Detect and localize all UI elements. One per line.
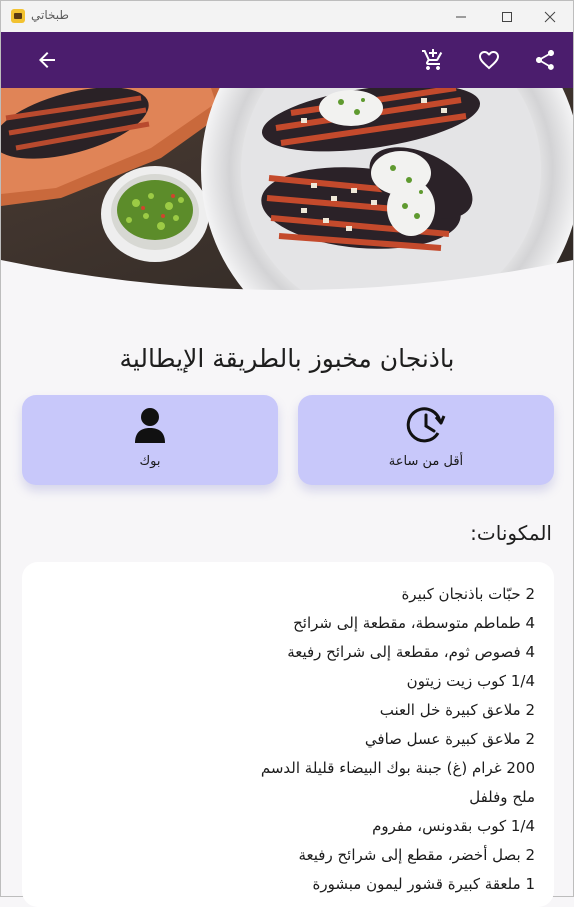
ingredient-item: 200 غرام (غ) جبنة بوك البيضاء قليلة الدس… (260, 759, 535, 777)
arrow-left-icon (39, 52, 55, 68)
ingredient-item: 1/4 كوب زيت زيتون (406, 672, 535, 690)
ingredient-item: ملح وفلفل (469, 788, 535, 806)
ingredient-item: 2 حبّات باذنجان كبيرة (401, 585, 535, 603)
cook-time-card: أقل من ساعة (298, 395, 554, 485)
recipe-hero-image (1, 88, 573, 300)
ingredient-item: 4 طماطم متوسطة، مقطعة إلى شرائح (293, 614, 535, 632)
close-icon (544, 11, 556, 23)
ingredient-item: 1 ملعقة كبيرة قشور ليمون مبشورة (312, 875, 535, 893)
close-button[interactable] (527, 1, 573, 32)
window-titlebar: طبخاتي (1, 1, 573, 32)
ingredient-item: 2 ملاعق كبيرة خل العنب (379, 701, 535, 719)
clock-history-icon (406, 407, 446, 443)
recipe-title: باذنجان مخبوز بالطريقة الإيطالية (119, 344, 455, 373)
ingredient-item: 4 فصوص ثوم، مقطعة إلى شرائح رفيعة (287, 643, 535, 661)
ingredients-list: 2 حبّات باذنجان كبيرة 4 طماطم متوسطة، مق… (261, 583, 535, 902)
app-logo-icon (11, 9, 25, 23)
back-button[interactable] (35, 48, 59, 72)
maximize-icon (502, 12, 512, 22)
heart-outline-icon (479, 51, 499, 70)
maximize-button[interactable] (484, 1, 530, 32)
ingredient-item: 2 بصل أخضر، مقطع إلى شرائح رفيعة (298, 846, 535, 864)
share-button[interactable] (533, 48, 557, 72)
ingredient-item: 2 ملاعق كبيرة عسل صافي (364, 730, 535, 748)
ingredient-item: 1/4 كوب بقدونس، مفروم (372, 817, 535, 835)
person-icon (135, 408, 165, 443)
app-bar (1, 32, 573, 88)
cook-time-label: أقل من ساعة (388, 454, 464, 469)
author-card: بوك (22, 395, 278, 485)
minimize-icon (456, 16, 466, 18)
favorite-button[interactable] (477, 48, 501, 72)
add-to-cart-icon (422, 49, 443, 70)
author-label: بوك (139, 454, 161, 469)
ingredients-panel: 2 حبّات باذنجان كبيرة 4 طماطم متوسطة، مق… (22, 562, 554, 907)
minimize-button[interactable] (438, 1, 484, 32)
ingredients-heading: المكونات: (470, 521, 552, 545)
window-title: طبخاتي (31, 8, 69, 22)
share-icon (536, 50, 554, 70)
add-to-cart-button[interactable] (421, 48, 445, 72)
